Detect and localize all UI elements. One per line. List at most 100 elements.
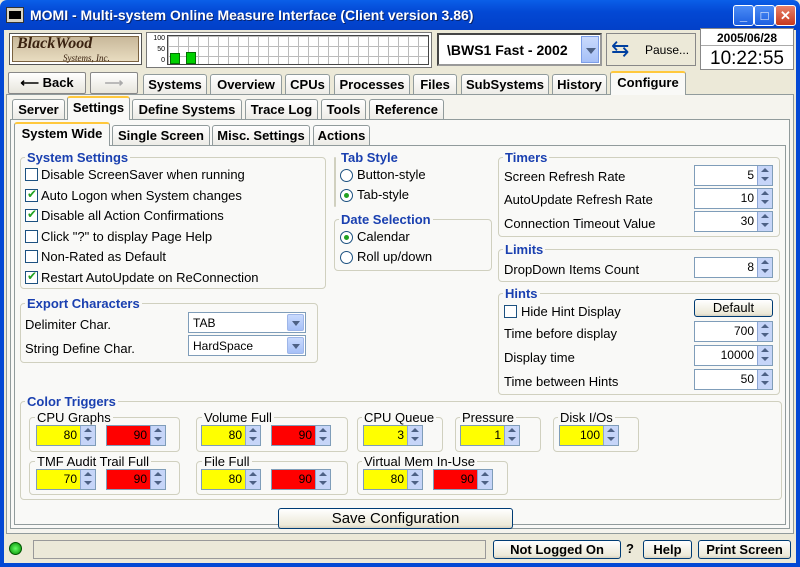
delimiter-label: Delimiter Char. <box>25 317 111 332</box>
tab-style-radio[interactable] <box>340 189 353 202</box>
tab-overview[interactable]: Overview <box>210 74 282 95</box>
spin-arrows-icon[interactable] <box>757 370 772 389</box>
pressure-warn-spinner[interactable]: 1 <box>460 425 520 446</box>
button-style-radio[interactable] <box>340 169 353 182</box>
restart-autoupdate-checkbox[interactable] <box>25 269 38 284</box>
spin-arrows-icon[interactable] <box>504 426 519 445</box>
back-button[interactable]: ⟵ Back <box>8 72 86 94</box>
pause-button[interactable]: ⇆ Pause... <box>606 33 696 66</box>
spin-arrows-icon[interactable] <box>757 212 772 231</box>
spin-arrows-icon[interactable] <box>757 346 772 365</box>
date-selection-title: Date Selection <box>339 212 433 227</box>
subtab-settings[interactable]: Settings <box>67 96 130 120</box>
tab-systems[interactable]: Systems <box>143 74 207 95</box>
delimiter-select[interactable]: TAB <box>188 312 306 333</box>
cpu-graphs-crit-value: 90 <box>133 428 147 442</box>
calendar-radio[interactable] <box>340 231 353 244</box>
calendar-label: Calendar <box>357 229 410 244</box>
cpu-mini-graph: 100 50 0 <box>146 32 432 68</box>
cpu-queue-warn-spinner[interactable]: 3 <box>363 425 423 446</box>
help-button[interactable]: Help <box>643 540 692 559</box>
disable-screensaver-checkbox[interactable] <box>25 168 38 181</box>
time-before-display-spinner[interactable]: 700 <box>694 321 773 342</box>
hide-hint-checkbox[interactable] <box>504 305 517 318</box>
subtab-tools[interactable]: Tools <box>321 99 366 120</box>
system-selector[interactable]: \BWS1 Fast - 2002 <box>437 33 602 66</box>
display-time-spinner[interactable]: 10000 <box>694 345 773 366</box>
default-hints-button[interactable]: Default <box>694 299 773 317</box>
print-screen-button[interactable]: Print Screen <box>698 540 791 559</box>
spin-arrows-icon[interactable] <box>603 426 618 445</box>
subtab-define-systems[interactable]: Define Systems <box>132 99 242 120</box>
spin-arrows-icon[interactable] <box>80 470 95 489</box>
tmf-audit-warn-value: 70 <box>63 472 77 486</box>
disable-confirmations-checkbox[interactable] <box>25 207 38 222</box>
chevron-down-icon[interactable] <box>287 337 304 354</box>
login-button[interactable]: Not Logged On <box>493 540 621 559</box>
spin-arrows-icon[interactable] <box>150 426 165 445</box>
page-help-checkbox[interactable] <box>25 230 38 243</box>
roll-updown-radio[interactable] <box>340 251 353 264</box>
spin-arrows-icon[interactable] <box>315 470 330 489</box>
disk-ios-warn-spinner[interactable]: 100 <box>559 425 619 446</box>
tab-subsystems[interactable]: SubSystems <box>461 74 549 95</box>
file-full-crit-spinner[interactable]: 90 <box>271 469 331 490</box>
spin-arrows-icon[interactable] <box>477 470 492 489</box>
spin-arrows-icon[interactable] <box>150 470 165 489</box>
screen-refresh-spinner[interactable]: 5 <box>694 165 773 186</box>
chevron-down-icon[interactable] <box>287 314 304 331</box>
spin-arrows-icon[interactable] <box>757 166 772 185</box>
tab-files[interactable]: Files <box>413 74 457 95</box>
spin-arrows-icon[interactable] <box>407 470 422 489</box>
tab-configure[interactable]: Configure <box>610 71 686 95</box>
spin-arrows-icon[interactable] <box>407 426 422 445</box>
virtual-mem-crit-spinner[interactable]: 90 <box>433 469 493 490</box>
subtab-reference[interactable]: Reference <box>369 99 444 120</box>
system-selected-value: \BWS1 Fast - 2002 <box>447 42 568 58</box>
subsubtab-system-wide[interactable]: System Wide <box>14 122 110 146</box>
tab-processes[interactable]: Processes <box>334 74 410 95</box>
spin-arrows-icon[interactable] <box>757 189 772 208</box>
auto-logon-checkbox[interactable] <box>25 187 38 202</box>
subsubtab-misc-settings[interactable]: Misc. Settings <box>212 125 310 146</box>
virtual-mem-warn-spinner[interactable]: 80 <box>363 469 423 490</box>
spin-arrows-icon[interactable] <box>757 258 772 277</box>
chevron-down-icon[interactable] <box>581 36 599 63</box>
save-configuration-button[interactable]: Save Configuration <box>278 508 513 529</box>
logo-sub: Systems, Inc. <box>63 53 110 63</box>
subtab-trace-log[interactable]: Trace Log <box>245 99 318 120</box>
forward-button[interactable]: ⟶ <box>90 72 138 94</box>
volume-full-crit-spinner[interactable]: 90 <box>271 425 331 446</box>
virtual-mem-crit-value: 90 <box>460 472 474 486</box>
spin-arrows-icon[interactable] <box>245 470 260 489</box>
tab-cpus[interactable]: CPUs <box>285 74 330 95</box>
non-rated-checkbox[interactable] <box>25 250 38 263</box>
spin-arrows-icon[interactable] <box>757 322 772 341</box>
tab-history[interactable]: History <box>552 74 607 95</box>
file-full-warn-spinner[interactable]: 80 <box>201 469 261 490</box>
trigger-virtual-mem-label: Virtual Mem In-Use <box>362 454 478 469</box>
question-help-icon[interactable]: ? <box>626 541 634 556</box>
time-between-hints-spinner[interactable]: 50 <box>694 369 773 390</box>
connection-timeout-spinner[interactable]: 30 <box>694 211 773 232</box>
app-icon[interactable] <box>6 7 24 23</box>
volume-full-crit-value: 90 <box>298 428 312 442</box>
subtab-server[interactable]: Server <box>12 99 65 120</box>
tmf-audit-crit-spinner[interactable]: 90 <box>106 469 166 490</box>
spin-arrows-icon[interactable] <box>80 426 95 445</box>
spin-arrows-icon[interactable] <box>245 426 260 445</box>
autoupdate-refresh-spinner[interactable]: 10 <box>694 188 773 209</box>
volume-full-warn-spinner[interactable]: 80 <box>201 425 261 446</box>
cpu-graphs-crit-spinner[interactable]: 90 <box>106 425 166 446</box>
tmf-audit-warn-spinner[interactable]: 70 <box>36 469 96 490</box>
close-button[interactable]: ✕ <box>775 5 796 26</box>
string-define-select[interactable]: HardSpace <box>188 335 306 356</box>
subsubtab-single-screen[interactable]: Single Screen <box>112 125 210 146</box>
dropdown-count-spinner[interactable]: 8 <box>694 257 773 278</box>
minimize-button[interactable]: _ <box>733 5 754 26</box>
subsubtab-actions[interactable]: Actions <box>313 125 370 146</box>
maximize-button[interactable]: □ <box>754 5 775 26</box>
spin-arrows-icon[interactable] <box>315 426 330 445</box>
virtual-mem-warn-value: 80 <box>390 472 404 486</box>
cpu-graphs-warn-spinner[interactable]: 80 <box>36 425 96 446</box>
